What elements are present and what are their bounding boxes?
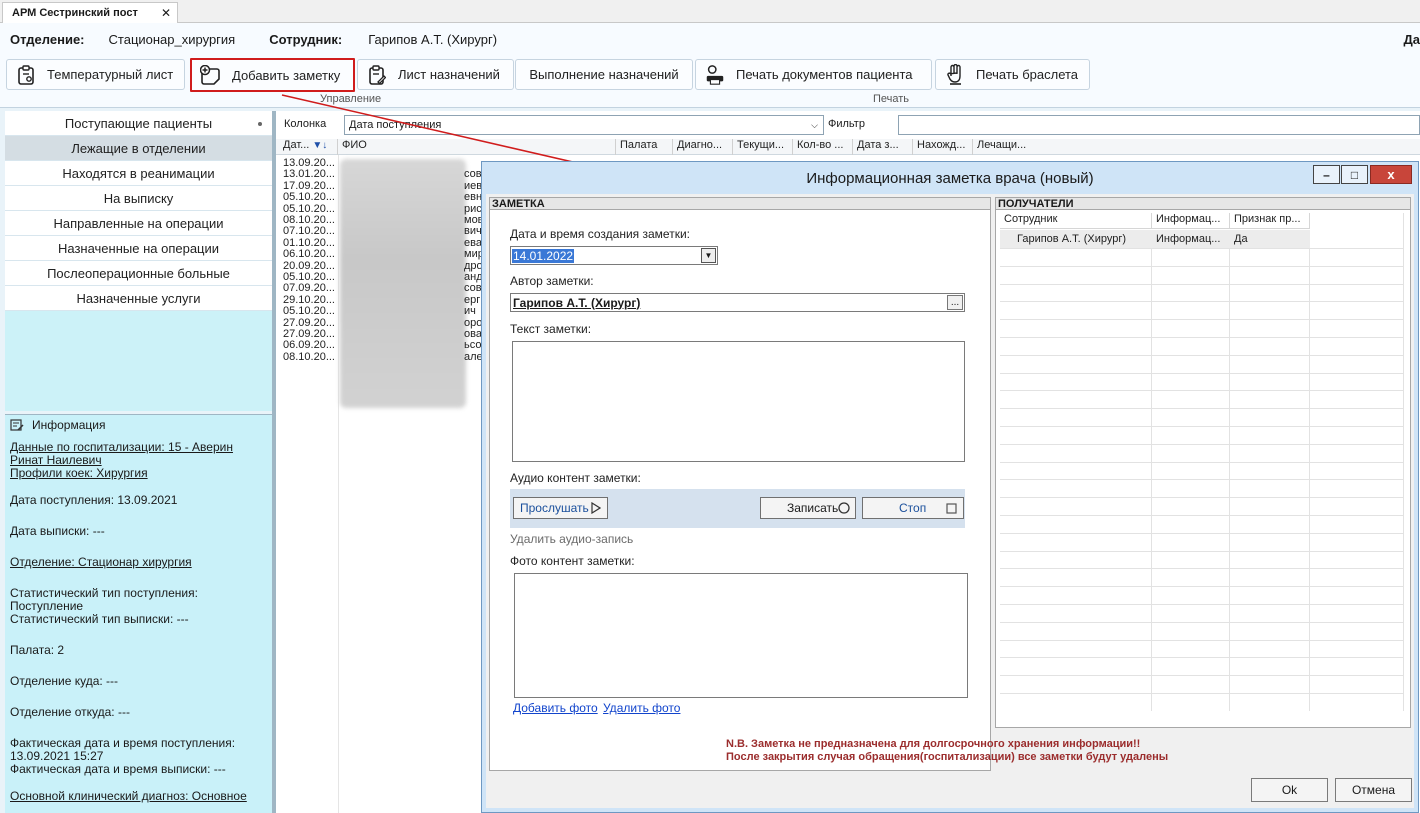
- grid-row-line: [1000, 265, 1403, 267]
- dropdown-arrow-icon[interactable]: ▼: [701, 248, 716, 263]
- dialog-title: Информационная заметка врача (новый): [806, 169, 1094, 187]
- recip-col-employee[interactable]: Сотрудник: [1000, 213, 1152, 229]
- cancel-button[interactable]: Отмена: [1335, 778, 1412, 802]
- grid-line: [1403, 213, 1404, 711]
- note-text-area[interactable]: [512, 341, 965, 462]
- author-value: Гарипов А.Т. (Хирург): [513, 295, 641, 310]
- grid-row-line: [1000, 675, 1403, 677]
- grid-row-line: [1000, 479, 1403, 481]
- recip-cell-employee[interactable]: Гарипов А.Т. (Хирург): [1000, 230, 1152, 248]
- grid-row-line: [1000, 568, 1403, 570]
- audio-toolbar: Прослушать Записать Стоп: [510, 489, 965, 528]
- author-field[interactable]: Гарипов А.Т. (Хирург) ...: [510, 293, 965, 312]
- grid-row-line: [1000, 515, 1403, 516]
- grid-row-line: [1000, 657, 1403, 659]
- grid-row-line: [1000, 639, 1403, 641]
- delete-audio-link[interactable]: Удалить аудио-запись: [510, 532, 633, 546]
- grid-row-line: [1000, 461, 1403, 463]
- creation-date-picker[interactable]: 14.01.2022 ▼: [510, 246, 718, 265]
- maximize-button[interactable]: □: [1341, 165, 1368, 184]
- grid-row-line: [1000, 337, 1403, 338]
- record-button[interactable]: Записать: [760, 497, 856, 519]
- grid-row-line: [1000, 319, 1403, 321]
- delete-photo-link[interactable]: Удалить фото: [603, 701, 680, 715]
- record-label: Записать: [787, 501, 839, 515]
- author-browse-button[interactable]: ...: [947, 295, 963, 310]
- photo-label: Фото контент заметки:: [510, 554, 635, 568]
- photo-area[interactable]: [514, 573, 968, 698]
- creation-date-value: 14.01.2022: [512, 248, 575, 263]
- audio-label: Аудио контент заметки:: [510, 471, 641, 485]
- minimize-button[interactable]: –: [1313, 165, 1340, 184]
- note-section-header: ЗАМЕТКА: [490, 198, 990, 210]
- close-button[interactable]: x: [1370, 165, 1412, 184]
- warning-line-2: После закрытия случая обращения(госпитал…: [726, 751, 1169, 763]
- warning-line-1: N.B. Заметка не предназначена для долгос…: [726, 738, 1141, 750]
- stop-icon: [946, 502, 957, 514]
- note-text-label: Текст заметки:: [510, 322, 592, 336]
- grid-row-line: [1000, 621, 1403, 623]
- grid-row-line: [1000, 443, 1403, 445]
- grid-row-line: [1000, 426, 1403, 427]
- grid-row-line: [1000, 283, 1403, 285]
- recip-cell-info[interactable]: Информац...: [1152, 230, 1230, 248]
- record-icon: [838, 502, 850, 514]
- recip-col-info[interactable]: Информац...: [1152, 213, 1230, 229]
- creation-date-label: Дата и время создания заметки:: [510, 227, 690, 241]
- grid-row-line: [1000, 354, 1403, 356]
- grid-row-line: [1000, 532, 1403, 534]
- listen-label: Прослушать: [520, 501, 589, 515]
- grid-row-line: [1000, 550, 1403, 552]
- play-icon: [591, 502, 601, 514]
- grid-row-line: [1000, 301, 1403, 303]
- grid-row-line: [1000, 604, 1403, 605]
- grid-row-line: [1000, 390, 1403, 392]
- dialog-body: ЗАМЕТКА Дата и время создания заметки: 1…: [486, 194, 1414, 808]
- recipients-section-header: ПОЛУЧАТЕЛИ: [996, 198, 1410, 210]
- recipients-section: ПОЛУЧАТЕЛИ Сотрудник Информац... Признак…: [995, 197, 1411, 728]
- recip-cell-flag[interactable]: Да: [1230, 230, 1310, 248]
- recip-col-flag[interactable]: Признак пр...: [1230, 213, 1310, 229]
- grid-row-line: [1000, 372, 1403, 374]
- doctor-note-dialog: Информационная заметка врача (новый) – □…: [481, 161, 1419, 813]
- author-label: Автор заметки:: [510, 274, 594, 288]
- stop-label: Стоп: [899, 501, 927, 515]
- grid-row-line: [1000, 586, 1403, 588]
- grid-row-line: [1000, 408, 1403, 410]
- ok-button[interactable]: Ok: [1251, 778, 1328, 802]
- note-section: ЗАМЕТКА Дата и время создания заметки: 1…: [489, 197, 991, 771]
- grid-row-line: [1000, 248, 1403, 249]
- stop-button[interactable]: Стоп: [862, 497, 964, 519]
- grid-row-line: [1000, 497, 1403, 499]
- add-photo-link[interactable]: Добавить фото: [513, 701, 598, 715]
- listen-button[interactable]: Прослушать: [513, 497, 608, 519]
- dialog-titlebar[interactable]: Информационная заметка врача (новый): [482, 162, 1418, 194]
- grid-row-line: [1000, 693, 1403, 694]
